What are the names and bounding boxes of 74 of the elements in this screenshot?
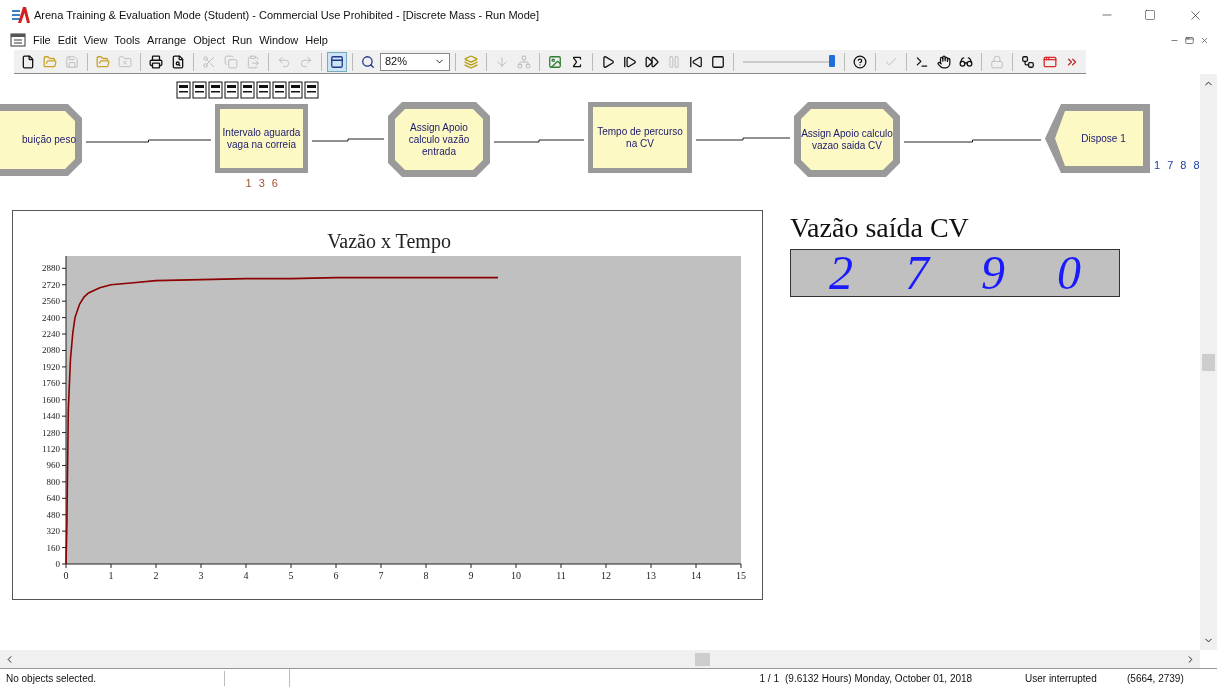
- x-tick-label: 9: [468, 570, 474, 581]
- entity-counter: 1 3 6: [245, 176, 280, 191]
- menu-item[interactable]: Help: [305, 31, 328, 49]
- display-digit: 2: [829, 251, 853, 295]
- y-tick-label: 2720: [42, 279, 60, 290]
- assign-module[interactable]: Assign Apoio calculo vazão entrada: [388, 102, 490, 177]
- menu-item[interactable]: Window: [259, 31, 299, 49]
- app-logo-icon: [12, 7, 30, 23]
- chart-title: Vazão x Tempo: [327, 230, 451, 252]
- menu-item[interactable]: Arrange: [147, 31, 187, 49]
- x-tick-label: 7: [378, 570, 384, 581]
- x-tick-label: 10: [511, 570, 521, 581]
- x-tick-label: 2: [153, 570, 159, 581]
- y-tick-label: 1760: [42, 378, 60, 389]
- status-message: No objects selected.: [0, 670, 225, 686]
- assign-module[interactable]: Assign Apoio calculo vazao saida CV: [794, 102, 900, 177]
- x-tick-label: 1: [108, 570, 114, 581]
- x-tick-label: 8: [423, 570, 429, 581]
- dispose-module[interactable]: Dispose 1: [1045, 104, 1150, 173]
- restore-icon[interactable]: [1185, 35, 1194, 45]
- y-tick-label: 1280: [42, 427, 60, 438]
- connector-line: [312, 137, 384, 142]
- menu-item[interactable]: Object: [193, 31, 225, 49]
- y-tick-label: 0: [55, 559, 60, 569]
- y-tick-label: 1440: [42, 411, 60, 422]
- x-tick-label: 3: [198, 570, 204, 581]
- y-tick-label: 2080: [42, 345, 60, 356]
- scroll-thumb[interactable]: [1202, 353, 1215, 371]
- menu-item[interactable]: File: [33, 31, 51, 49]
- display-digit: 9: [981, 251, 1005, 295]
- y-tick-label: 160: [46, 542, 60, 553]
- status-state: User interrupted: [1025, 671, 1098, 686]
- y-tick-label: 2400: [42, 312, 60, 323]
- window-title: Arena Training & Evaluation Mode (Student) - Commercial Use Prohibited - [Discrete Mass - Run Mode]: [34, 7, 539, 23]
- assign-module[interactable]: buição peso: [0, 104, 82, 176]
- x-tick-label: 14: [691, 570, 701, 581]
- y-tick-label: 1600: [42, 394, 60, 405]
- y-tick-label: 2880: [42, 263, 60, 274]
- display-digit: 7: [905, 251, 929, 295]
- y-tick-label: 800: [46, 476, 60, 487]
- y-tick-label: 1120: [42, 444, 60, 454]
- status-time: (9.6132 Hours) Monday, October 01, 2018: [785, 671, 974, 686]
- x-tick-label: 15: [736, 570, 746, 581]
- maximize-icon[interactable]: [1144, 9, 1156, 21]
- x-tick-label: 11: [556, 570, 566, 581]
- scroll-thumb[interactable]: [695, 652, 710, 666]
- zoom-combo[interactable]: 82%: [380, 52, 450, 71]
- display-digit: 0: [1057, 251, 1081, 295]
- process-module[interactable]: Tempo de percurso na CV: [588, 102, 692, 173]
- menu-item[interactable]: Run: [232, 31, 253, 49]
- y-tick-label: 960: [46, 460, 60, 471]
- x-tick-label: 13: [646, 570, 656, 581]
- vertical-scrollbar[interactable]: [1200, 74, 1217, 650]
- x-tick-label: 5: [288, 570, 294, 581]
- y-tick-label: 2560: [42, 296, 60, 307]
- y-tick-label: 2240: [42, 329, 60, 340]
- x-tick-label: 6: [333, 570, 339, 581]
- menu-item[interactable]: Tools: [114, 31, 141, 49]
- x-tick-label: 4: [243, 570, 249, 581]
- process-module[interactable]: Intervalo aguarda vaga na correia: [215, 104, 308, 173]
- x-tick-label: 12: [601, 570, 611, 581]
- document-icon: [10, 33, 26, 47]
- close-icon[interactable]: [1200, 35, 1209, 45]
- horizontal-scrollbar[interactable]: [0, 650, 1200, 668]
- status-coords: (5664, 2739): [1127, 671, 1185, 686]
- status-page: 1 / 1: [759, 671, 779, 686]
- y-tick-label: 640: [46, 493, 60, 504]
- y-tick-label: 480: [46, 509, 60, 520]
- display-title: Vazão saída CV: [790, 212, 969, 244]
- menu-item[interactable]: Edit: [57, 31, 77, 49]
- y-tick-label: 1920: [42, 361, 60, 372]
- y-tick-label: 320: [46, 526, 60, 537]
- x-tick-label: 0: [63, 570, 69, 581]
- menu-item[interactable]: View: [83, 31, 108, 49]
